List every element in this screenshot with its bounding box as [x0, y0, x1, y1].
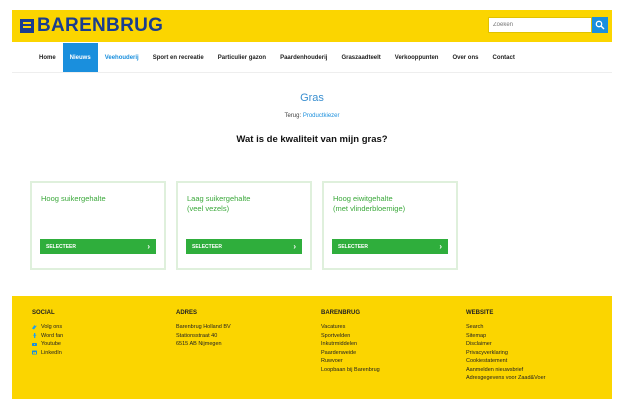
card-title-line: (met vlinderbloemige): [333, 204, 406, 213]
main-nav: Home Nieuws Veehouderij Sport en recreat…: [12, 43, 612, 73]
footer-link-inkutrmiddelen[interactable]: Inkutrmiddelen: [321, 340, 380, 349]
logo[interactable]: BARENBRUG: [20, 16, 163, 36]
youtube-icon: [32, 342, 37, 347]
option-card-hoog-suikergehalte[interactable]: Hoog suikergehalte SELECTEER ›: [30, 181, 166, 270]
card-title-line: (veel vezels): [187, 204, 230, 213]
footer-link-label: LinkedIn: [41, 349, 62, 356]
address-line: Barenbrug Holland BV: [176, 324, 231, 330]
footer-barenbrug: BARENBRUG Vacatures Sportvelden Inkutrmi…: [321, 310, 380, 374]
footer-link-vacatures[interactable]: Vacatures: [321, 323, 380, 332]
nav-item-graszaadteelt[interactable]: Graszaadteelt: [334, 43, 387, 72]
select-button[interactable]: SELECTEER ›: [40, 239, 156, 254]
nav-item-verkooppunten[interactable]: Verkooppunten: [388, 43, 446, 72]
option-card-laag-suikergehalte[interactable]: Laag suikergehalte (veel vezels) SELECTE…: [176, 181, 312, 270]
footer-link-search[interactable]: Search: [466, 323, 546, 332]
logo-text: BARENBRUG: [37, 15, 164, 36]
breadcrumb-prefix: Terug:: [284, 113, 302, 119]
card-title-line: Laag suikergehalte: [187, 194, 251, 203]
card-title-line: Hoog suikergehalte: [41, 194, 106, 203]
search-box: [488, 17, 608, 33]
footer-link-youtube[interactable]: Youtube: [32, 340, 63, 349]
option-cards: Hoog suikergehalte SELECTEER › Laag suik…: [30, 181, 458, 270]
footer-heading: SOCIAL: [32, 310, 55, 316]
select-button-label: SELECTEER: [46, 243, 77, 250]
footer-link-label: Word fan: [41, 332, 64, 339]
search-input[interactable]: [488, 17, 592, 33]
select-button[interactable]: SELECTEER ›: [186, 239, 302, 254]
card-title: Hoog eiwitgehalte (met vlinderbloemige): [333, 194, 451, 214]
chevron-right-icon: ›: [439, 241, 442, 251]
footer-heading: BARENBRUG: [321, 310, 360, 316]
logo-mark-icon: [20, 19, 34, 33]
footer-link-label: Youtube: [41, 341, 61, 347]
search-icon: [595, 20, 605, 30]
linkedin-icon: [32, 350, 37, 355]
footer-link-cookies[interactable]: Cookiestatement: [466, 357, 546, 366]
chevron-right-icon: ›: [293, 241, 296, 251]
footer-link-word-fan[interactable]: Word fan: [32, 332, 63, 341]
nav-item-contact[interactable]: Contact: [485, 43, 521, 72]
address-line: 6515 AB Nijmegen: [176, 341, 222, 347]
page: BARENBRUG Home Nieuws Veehouderij Sport …: [0, 0, 618, 399]
nav-item-paardenhouderij[interactable]: Paardenhouderij: [273, 43, 334, 72]
question-heading: Wat is de kwaliteit van mijn gras?: [236, 134, 388, 145]
footer: SOCIAL Volg ons Word fan Youtube LinkedI…: [12, 296, 612, 399]
nav-item-veehouderij[interactable]: Veehouderij: [98, 43, 146, 72]
footer-link-ruwvoer[interactable]: Ruwvoer: [321, 357, 380, 366]
breadcrumb: Terug: Productkiezer: [12, 113, 612, 119]
page-title: Gras: [300, 92, 324, 104]
select-button-label: SELECTEER: [192, 243, 223, 250]
footer-heading: WEBSITE: [466, 310, 494, 316]
footer-link-volg-ons[interactable]: Volg ons: [32, 323, 63, 332]
twitter-icon: [32, 324, 37, 330]
nav-item-over-ons[interactable]: Over ons: [445, 43, 485, 72]
footer-heading: ADRES: [176, 310, 198, 316]
address-line: Stationsstraat 40: [176, 332, 218, 339]
main-content: Gras Terug: Productkiezer Wat is de kwal…: [12, 74, 612, 296]
back-link[interactable]: Productkiezer: [303, 113, 340, 119]
search-button[interactable]: [592, 17, 608, 33]
option-card-hoog-eiwitgehalte[interactable]: Hoog eiwitgehalte (met vlinderbloemige) …: [322, 181, 458, 270]
header-bar: BARENBRUG: [12, 10, 612, 42]
footer-link-label: Volg ons: [41, 324, 63, 330]
footer-website: WEBSITE Search Sitemap Disclaimer Privac…: [466, 310, 546, 383]
footer-link-linkedin[interactable]: LinkedIn: [32, 349, 63, 358]
card-title-line: Hoog eiwitgehalte: [333, 194, 393, 203]
footer-social: SOCIAL Volg ons Word fan Youtube LinkedI…: [32, 310, 63, 357]
footer-address: ADRES Barenbrug Holland BV Stationsstraa…: [176, 310, 231, 349]
footer-link-sitemap[interactable]: Sitemap: [466, 332, 546, 341]
card-title: Hoog suikergehalte: [41, 194, 159, 204]
select-button[interactable]: SELECTEER ›: [332, 239, 448, 254]
footer-link-privacy[interactable]: Privacyverklaring: [466, 349, 546, 358]
footer-link-disclaimer[interactable]: Disclaimer: [466, 340, 546, 349]
nav-item-sport-en-recreatie[interactable]: Sport en recreatie: [146, 43, 211, 72]
footer-link-paardenweide[interactable]: Paardenweide: [321, 349, 380, 358]
chevron-right-icon: ›: [147, 241, 150, 251]
card-title: Laag suikergehalte (veel vezels): [187, 194, 305, 214]
footer-link-newsletter[interactable]: Aanmelden nieuwsbrief: [466, 366, 546, 375]
nav-item-nieuws[interactable]: Nieuws: [62, 43, 98, 72]
footer-link-adresgegevens[interactable]: Adresgegevens voor Zaad&Voer: [466, 374, 546, 383]
footer-link-sportvelden[interactable]: Sportvelden: [321, 332, 380, 341]
select-button-label: SELECTEER: [338, 243, 369, 250]
nav-item-particulier-gazon[interactable]: Particulier gazon: [211, 43, 273, 72]
footer-link-loopbaan[interactable]: Loopbaan bij Barenbrug: [321, 366, 380, 375]
facebook-icon: [32, 333, 37, 339]
nav-item-home[interactable]: Home: [32, 43, 63, 72]
